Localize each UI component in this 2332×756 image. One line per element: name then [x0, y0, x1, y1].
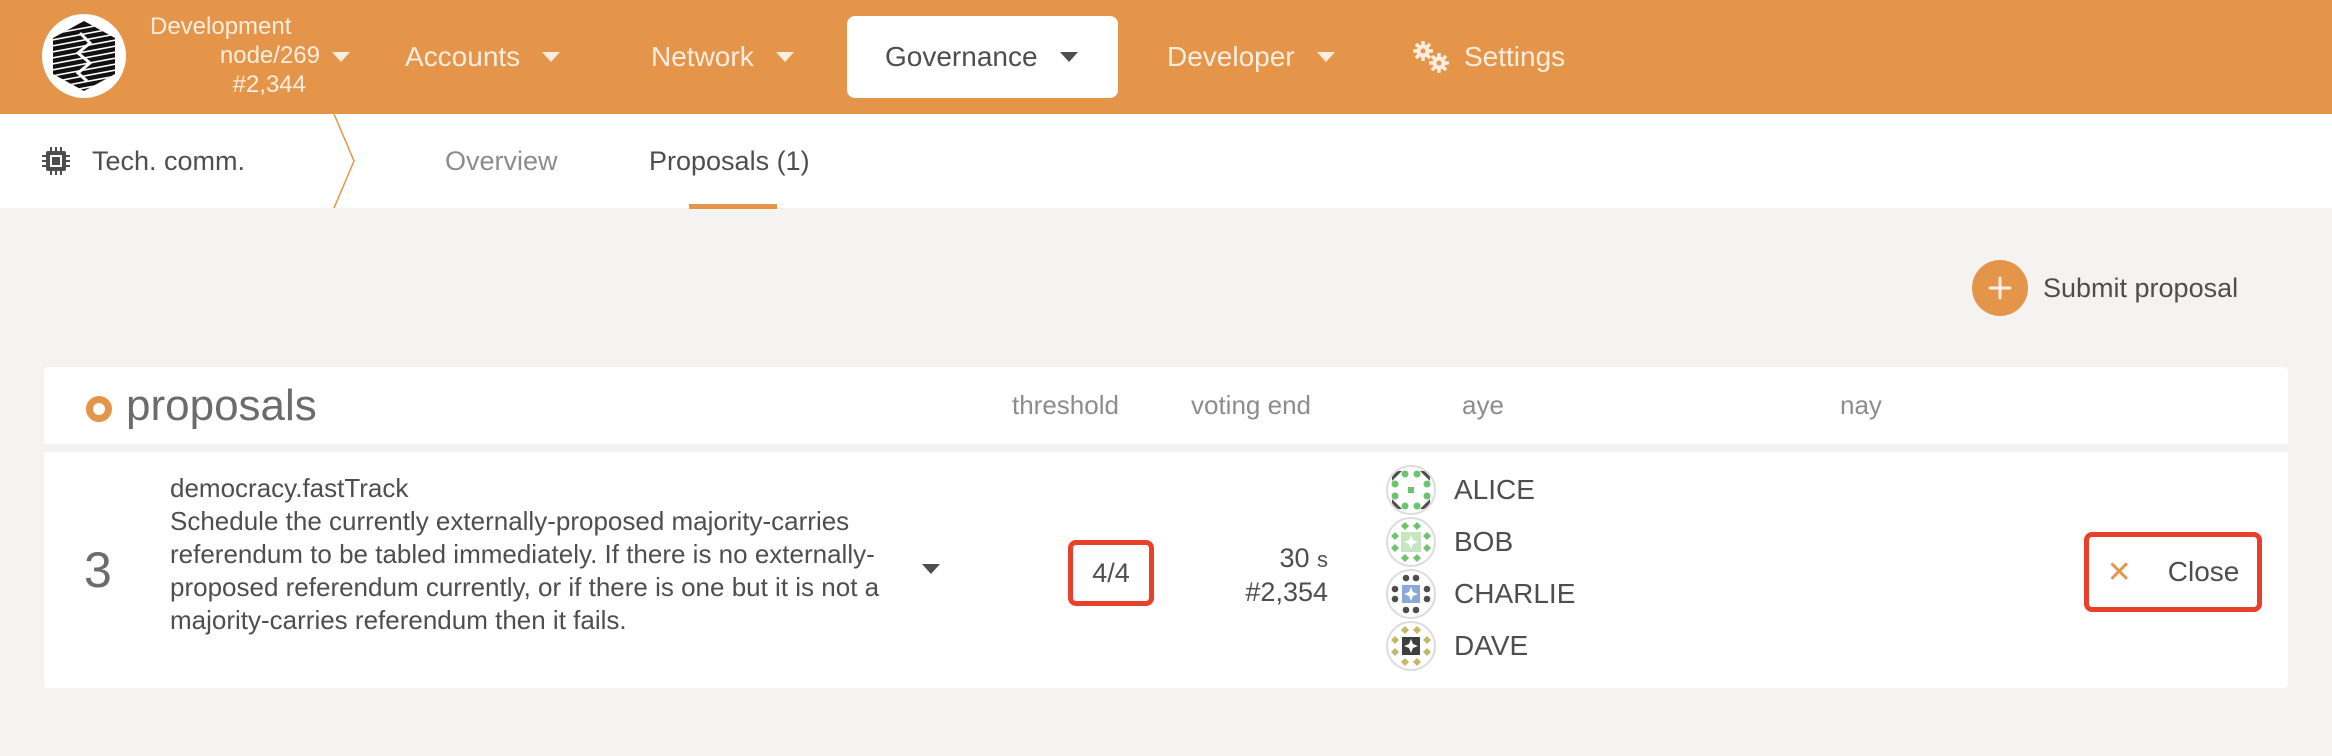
chip-icon	[42, 147, 70, 175]
voting-end-time: 30	[1279, 543, 1310, 573]
chevron-down-icon	[332, 51, 350, 62]
submit-proposal-label: Submit proposal	[2043, 272, 2239, 303]
section-title: Tech. comm.	[42, 114, 245, 208]
voting-end-unit: s	[1317, 547, 1328, 572]
nav-network[interactable]: Network	[651, 16, 794, 98]
proposal-details: democracy.fastTrack Schedule the current…	[170, 472, 950, 637]
column-header-nay: nay	[1840, 390, 1882, 420]
voter-name: DAVE	[1454, 630, 1529, 661]
voter-name: BOB	[1454, 526, 1514, 557]
plus-icon	[1972, 260, 2028, 316]
column-header-aye: aye	[1462, 390, 1504, 420]
nav-developer[interactable]: Developer	[1167, 16, 1335, 98]
table-title-label: proposals	[126, 380, 317, 430]
chain-selector[interactable]: Development node/269 #2,344	[140, 12, 350, 99]
voting-end-block: #2,354	[1245, 577, 1328, 607]
node-version: node/269	[219, 42, 320, 69]
voter-alice[interactable]: ALICE	[1386, 464, 1575, 516]
nav-label: Settings	[1464, 41, 1566, 72]
proposal-call: democracy.fastTrack	[170, 473, 409, 503]
table-row: 3 democracy.fastTrack Schedule the curre…	[44, 452, 2288, 688]
chevron-down-icon	[775, 52, 794, 62]
column-header-threshold: threshold	[1012, 390, 1119, 420]
tab-proposals[interactable]: Proposals (1)	[649, 114, 810, 208]
identicon-icon	[1386, 569, 1436, 619]
proposal-description: Schedule the currently externally-propos…	[170, 506, 880, 635]
voter-charlie[interactable]: CHARLIE	[1386, 568, 1575, 620]
close-proposal-button[interactable]: ✕ Close	[2084, 532, 2262, 612]
best-block-number: #2,344	[232, 71, 306, 98]
tab-overview[interactable]: Overview	[445, 114, 558, 208]
sub-navigation: Tech. comm. Overview Proposals (1)	[0, 114, 2332, 208]
ring-icon	[86, 395, 112, 422]
top-navigation-bar: Development node/269 #2,344 Accounts Net…	[0, 0, 2332, 114]
voter-dave[interactable]: DAVE	[1386, 620, 1575, 672]
chain-name: Development	[150, 13, 292, 40]
nav-label: Network	[651, 41, 754, 72]
x-icon: ✕	[2106, 555, 2132, 589]
gears-icon	[1413, 41, 1449, 73]
voting-end: 30 s #2,354	[1194, 542, 1328, 608]
nav-accounts[interactable]: Accounts	[405, 16, 561, 98]
nav-settings[interactable]: Settings	[1412, 16, 1565, 98]
table-title: proposals	[86, 367, 317, 444]
nav-governance[interactable]: Governance	[847, 16, 1118, 98]
nav-label: Accounts	[405, 41, 521, 72]
nav-label: Governance	[885, 41, 1038, 72]
column-header-voting-end: voting end	[1191, 390, 1311, 420]
voter-name: CHARLIE	[1454, 578, 1576, 609]
chevron-down-icon	[542, 52, 561, 62]
threshold-value: 4/4	[1068, 540, 1154, 606]
expand-chevron-icon[interactable]	[922, 564, 940, 574]
voter-name: ALICE	[1454, 474, 1535, 505]
identicon-icon	[1386, 517, 1436, 567]
voter-bob[interactable]: BOB	[1386, 516, 1575, 568]
active-tab-indicator	[689, 204, 777, 209]
chevron-down-icon	[1059, 52, 1078, 62]
proposal-index: 3	[84, 542, 112, 598]
chevron-down-icon	[1316, 52, 1335, 62]
tab-label: Proposals (1)	[649, 145, 810, 176]
identicon-icon	[1386, 621, 1436, 671]
section-label: Tech. comm.	[92, 145, 246, 176]
aye-voters-list: ALICE BOB CHARLIE DAVE	[1386, 464, 1575, 672]
breadcrumb-divider	[333, 114, 355, 208]
nav-label: Developer	[1167, 41, 1295, 72]
submit-proposal-button[interactable]: Submit proposal	[1972, 260, 2238, 316]
proposals-table-header: proposals threshold voting end aye nay	[44, 367, 2288, 444]
substrate-logo-icon[interactable]	[42, 14, 126, 98]
close-label: Close	[2167, 556, 2240, 587]
tab-label: Overview	[445, 145, 558, 176]
identicon-icon	[1386, 465, 1436, 515]
